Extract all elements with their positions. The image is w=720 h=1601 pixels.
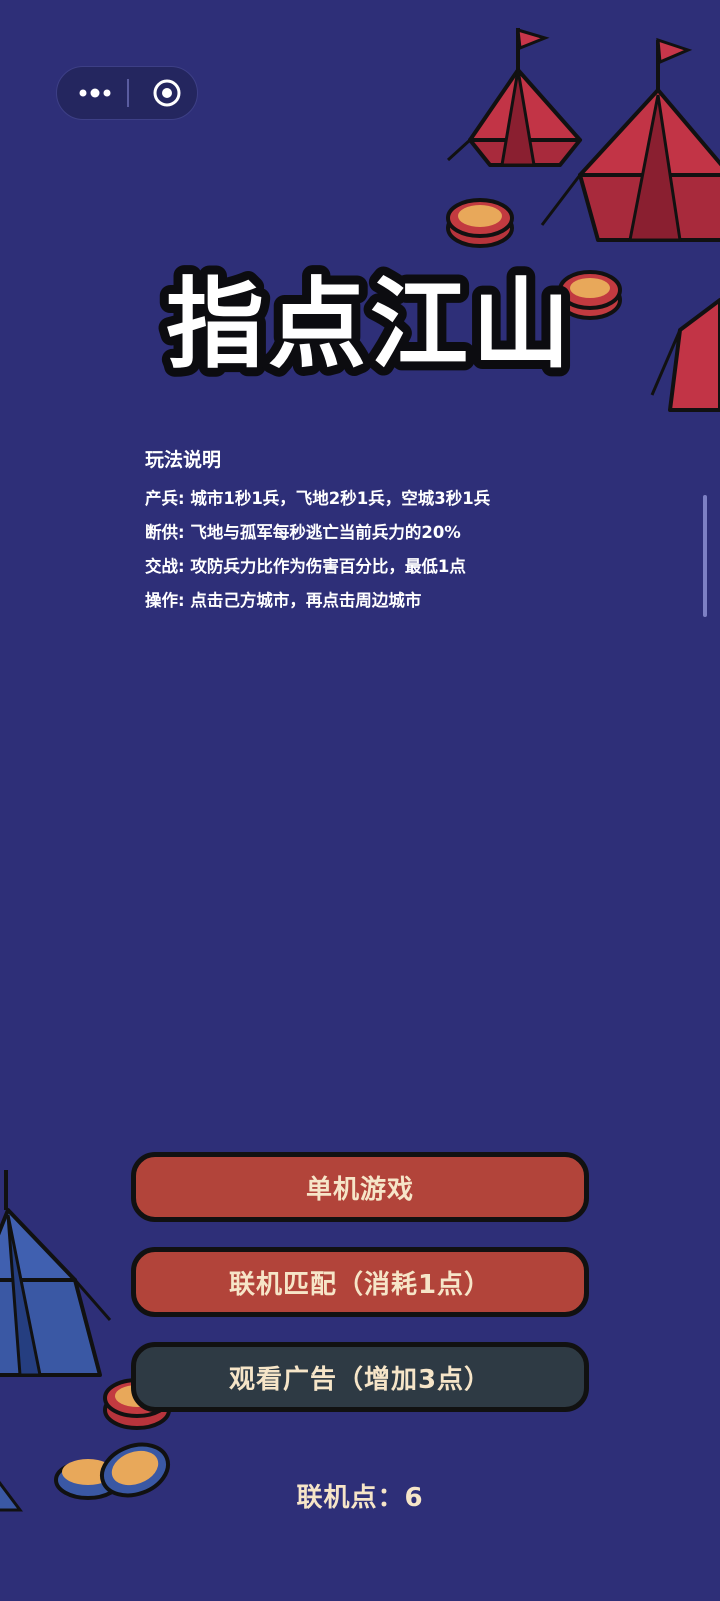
capsule-divider (127, 79, 129, 107)
game-title: 指点江山 (166, 268, 574, 382)
rules-heading: 玩法说明 (145, 449, 222, 471)
game-start-screen: 指点江山 玩法说明 产兵: 城市1秒1兵，飞地2秒1兵，空城3秒1兵 断供: 飞… (0, 0, 720, 1601)
more-dots-icon[interactable] (75, 67, 115, 118)
rules-panel: 玩法说明 产兵: 城市1秒1兵，飞地2秒1兵，空城3秒1兵 断供: 飞地与孤军每… (145, 446, 665, 618)
rule-line: 产兵: 城市1秒1兵，飞地2秒1兵，空城3秒1兵 (145, 489, 491, 508)
rule-line: 操作: 点击己方城市，再点击周边城市 (145, 591, 422, 610)
mini-program-capsule (56, 66, 198, 120)
watch-ad-button[interactable]: 观看广告（增加3点） (131, 1342, 589, 1412)
game-logo: 指点江山 (157, 259, 579, 388)
target-circle-icon[interactable] (147, 67, 187, 118)
rule-line: 交战: 攻防兵力比作为伤害百分比，最低1点 (145, 557, 466, 576)
online-match-button[interactable]: 联机匹配（消耗1点） (131, 1247, 589, 1317)
online-points-label: 联机点：6 (296, 1483, 424, 1513)
rule-line: 断供: 飞地与孤军每秒逃亡当前兵力的20% (145, 523, 461, 542)
single-player-button[interactable]: 单机游戏 (131, 1152, 589, 1222)
scrollbar[interactable] (703, 495, 707, 617)
